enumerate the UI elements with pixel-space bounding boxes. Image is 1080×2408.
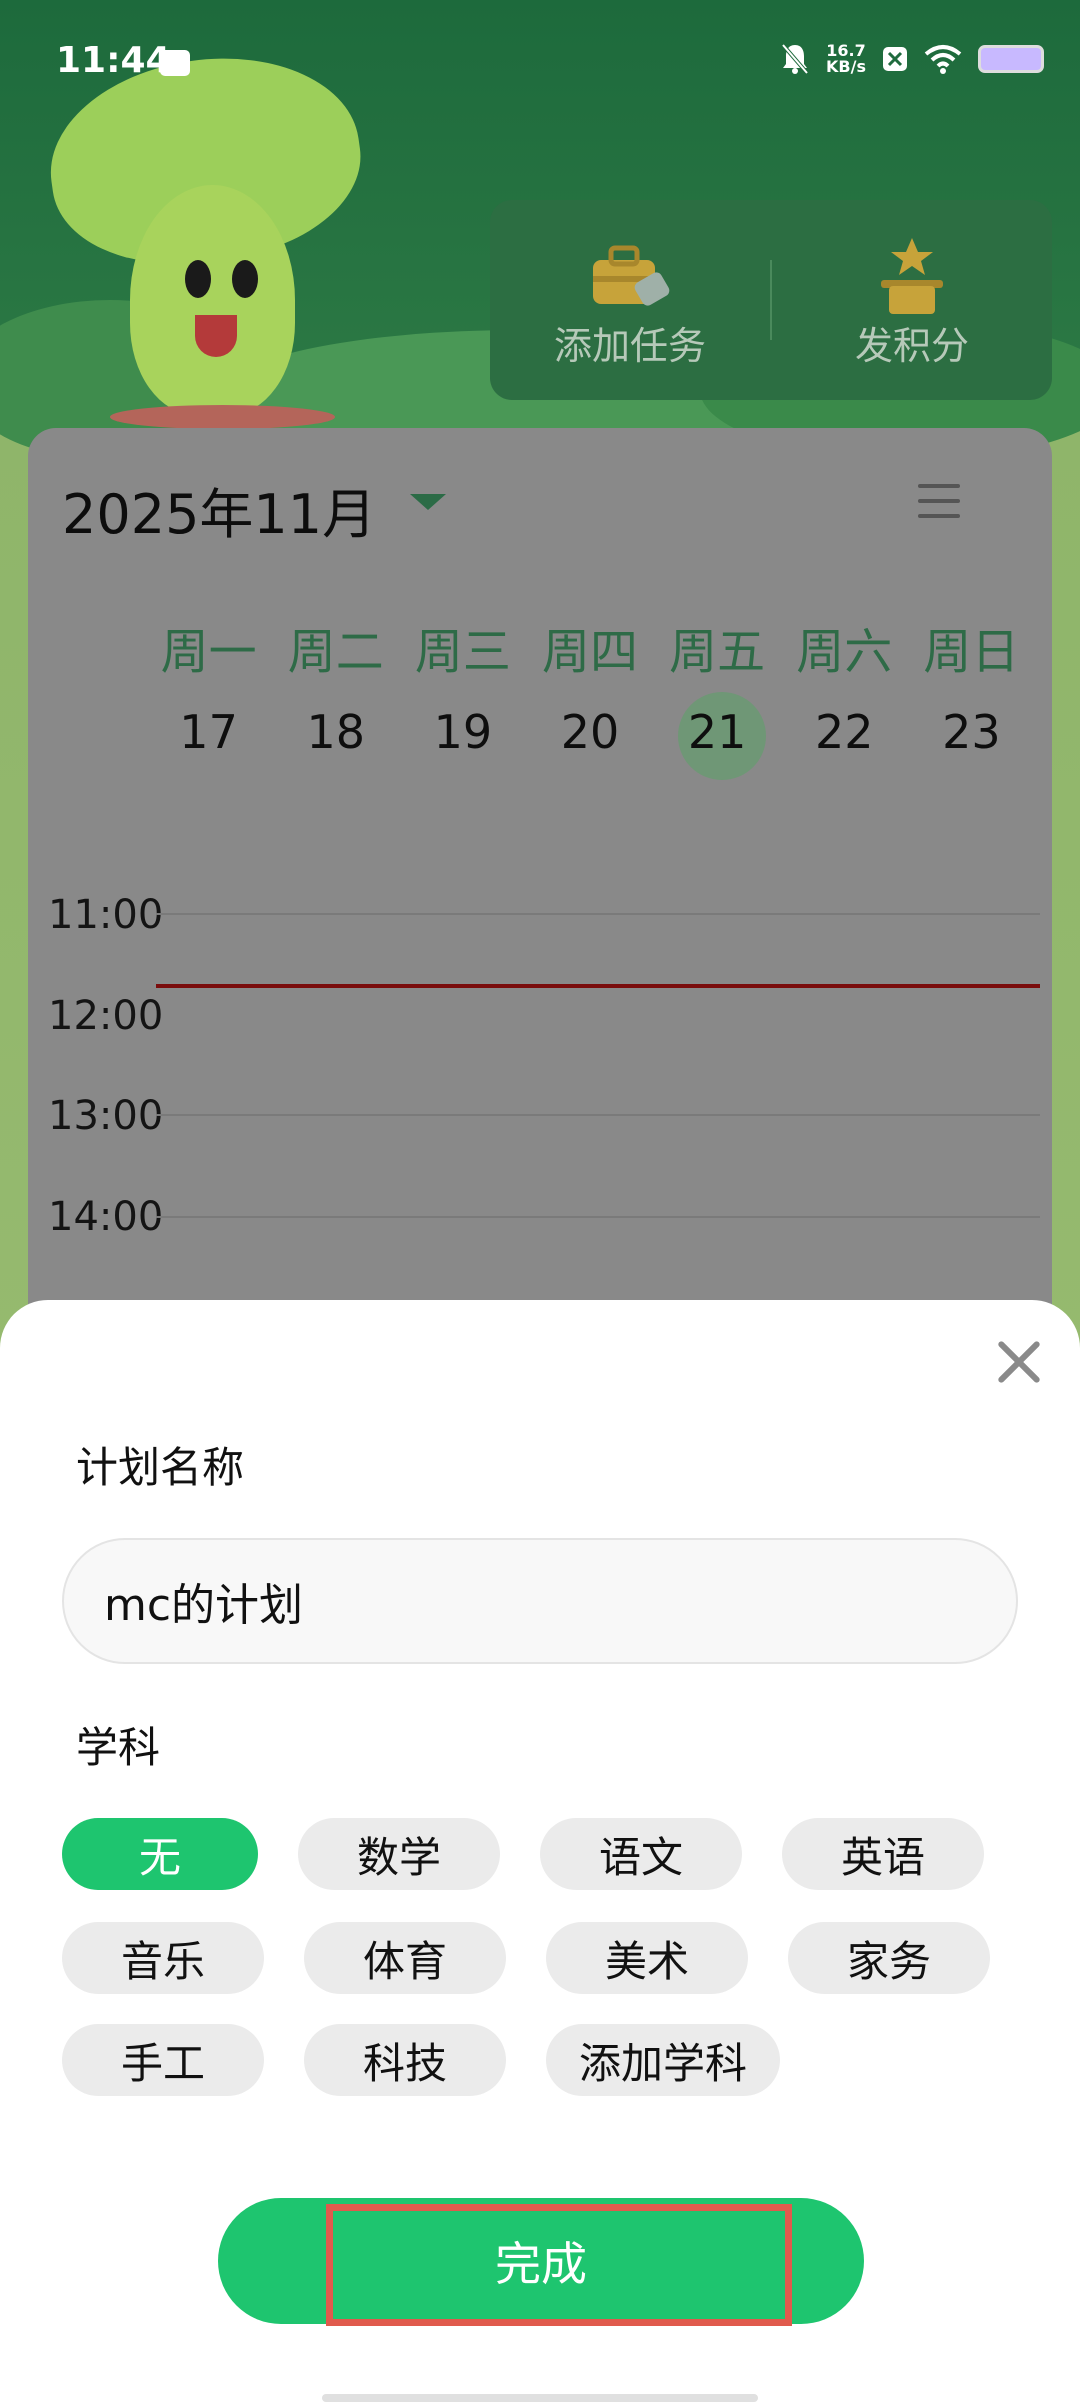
add-subject-chip[interactable]: 添加学科 xyxy=(546,2024,780,2096)
magic-hat-icon xyxy=(881,238,943,314)
mascot-eye xyxy=(185,260,211,298)
weekday-label: 周四 xyxy=(541,624,638,680)
notification-icon xyxy=(160,50,190,76)
time-label: 14:00 xyxy=(48,1194,164,1240)
status-icons: 16.7 KB/s xyxy=(780,42,1044,76)
subject-chip-chinese[interactable]: 语文 xyxy=(540,1818,742,1890)
plan-name-label: 计划名称 xyxy=(76,1443,245,1492)
weekday-label: 周一 xyxy=(160,624,257,680)
hour-line xyxy=(156,1114,1040,1116)
hour-line xyxy=(156,913,1040,915)
subject-chip-technology[interactable]: 科技 xyxy=(304,2024,506,2096)
status-bar: 11:44 16.7 KB/s xyxy=(0,0,1080,120)
subject-chip-none[interactable]: 无 xyxy=(62,1818,258,1890)
subject-chip-pe[interactable]: 体育 xyxy=(304,1922,506,1994)
status-time: 11:44 xyxy=(56,40,171,81)
date-cell[interactable]: 23 xyxy=(907,705,1036,759)
time-label: 11:00 xyxy=(48,892,164,938)
hour-line xyxy=(156,1216,1040,1218)
home-indicator xyxy=(322,2394,758,2402)
header-actions-card: 添加任务 发积分 xyxy=(490,200,1052,400)
add-task-label: 添加任务 xyxy=(553,324,706,368)
give-points-label: 发积分 xyxy=(854,324,969,368)
toolbox-icon xyxy=(593,245,670,306)
month-title[interactable]: 2025年11月 xyxy=(62,470,376,549)
date-cell[interactable]: 18 xyxy=(271,705,400,759)
subject-chip-math[interactable]: 数学 xyxy=(298,1818,500,1890)
time-label: 12:00 xyxy=(48,993,164,1039)
mascot xyxy=(130,185,295,415)
date-cell-selected[interactable]: 21 xyxy=(653,705,782,759)
give-points-button[interactable]: 发积分 xyxy=(772,200,1052,400)
speed-unit: KB/s xyxy=(826,57,866,76)
weekday-label: 周二 xyxy=(287,624,384,680)
date-row: 17 18 19 20 21 22 23 xyxy=(146,705,1036,759)
subject-chip-music[interactable]: 音乐 xyxy=(62,1922,264,1994)
subject-chip-art[interactable]: 美术 xyxy=(546,1922,748,1994)
chevron-down-icon[interactable] xyxy=(410,494,446,510)
date-cell[interactable]: 19 xyxy=(398,705,527,759)
subject-chip-handcraft[interactable]: 手工 xyxy=(62,2024,264,2096)
done-button[interactable]: 完成 xyxy=(218,2198,864,2324)
time-label: 13:00 xyxy=(48,1093,164,1139)
wifi-icon xyxy=(924,45,962,74)
date-cell[interactable]: 17 xyxy=(144,705,273,759)
weekday-label: 周五 xyxy=(669,624,766,680)
mute-bell-icon xyxy=(781,43,809,75)
date-cell[interactable]: 22 xyxy=(780,705,909,759)
calendar-card xyxy=(28,428,1052,1428)
add-task-button[interactable]: 添加任务 xyxy=(490,200,770,400)
mascot-pot xyxy=(110,405,335,429)
network-speed: 16.7 KB/s xyxy=(826,43,866,75)
weekday-label: 周六 xyxy=(796,624,893,680)
current-time-line xyxy=(156,984,1040,988)
weekday-label: 周日 xyxy=(923,624,1020,680)
close-icon[interactable] xyxy=(996,1340,1040,1384)
weekday-row: 周一 周二 周三 周四 周五 周六 周日 xyxy=(146,612,1036,682)
mascot-mouth xyxy=(195,315,237,357)
weekday-label: 周三 xyxy=(414,624,511,680)
battery-icon xyxy=(978,45,1044,73)
app-notification-icon xyxy=(883,47,907,71)
plan-name-input[interactable] xyxy=(62,1538,1018,1664)
mascot-eye xyxy=(232,260,258,298)
date-cell[interactable]: 20 xyxy=(525,705,654,759)
subject-chip-housework[interactable]: 家务 xyxy=(788,1922,990,1994)
subject-chip-english[interactable]: 英语 xyxy=(782,1818,984,1890)
menu-icon[interactable] xyxy=(918,484,960,518)
subject-label: 学科 xyxy=(76,1723,161,1772)
